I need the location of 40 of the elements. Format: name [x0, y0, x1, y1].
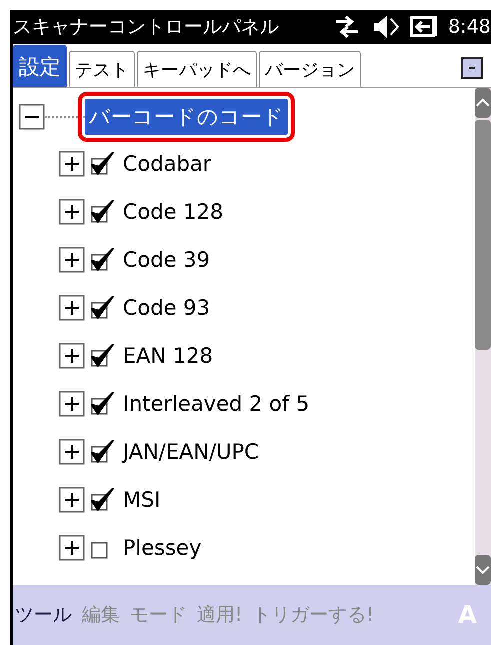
clock-time: 8:48 [448, 16, 491, 38]
checkmark-icon[interactable] [89, 391, 115, 417]
checkmark-icon[interactable] [89, 343, 115, 369]
scroll-thumb[interactable] [475, 120, 491, 350]
tree-item[interactable]: Code 93 [123, 296, 210, 320]
tab[interactable]: 設定 [13, 45, 67, 87]
expand-icon[interactable] [59, 487, 85, 513]
expand-icon[interactable] [59, 535, 85, 561]
tree-item[interactable]: Code 39 [123, 248, 210, 272]
tab[interactable]: バージョン [259, 51, 361, 87]
checkmark-icon[interactable] [89, 151, 115, 177]
expand-icon[interactable] [59, 295, 85, 321]
scrollbar[interactable] [475, 88, 491, 585]
expand-icon[interactable] [59, 151, 85, 177]
scroll-up-icon[interactable] [475, 88, 491, 118]
collapse-icon[interactable] [19, 104, 45, 130]
expand-icon[interactable] [59, 343, 85, 369]
expand-icon[interactable] [59, 247, 85, 273]
tree-item[interactable]: Plessey [123, 536, 202, 560]
menu-item[interactable]: ツール [13, 602, 80, 628]
expand-icon[interactable] [59, 439, 85, 465]
expand-icon[interactable] [59, 199, 85, 225]
tree-item[interactable]: JAN/EAN/UPC [123, 440, 260, 464]
expand-icon[interactable] [59, 391, 85, 417]
tree-item[interactable]: Codabar [123, 152, 212, 176]
checkmark-icon[interactable] [89, 199, 115, 225]
checkmark-icon[interactable] [89, 247, 115, 273]
tree-item[interactable]: Code 128 [123, 200, 224, 224]
checkmark-icon[interactable] [89, 487, 115, 513]
tab[interactable]: テスト [69, 51, 135, 87]
tree-item[interactable]: MSI [123, 488, 161, 512]
checkmark-icon[interactable] [89, 439, 115, 465]
minimize-icon[interactable] [461, 57, 483, 79]
window-title: スキャナーコントロールパネル [13, 15, 280, 40]
tree-item[interactable]: Interleaved 2 of 5 [123, 392, 310, 416]
tree-node[interactable]: バーコードのコード [85, 99, 288, 135]
tab[interactable]: キーパッドへ [137, 51, 257, 87]
tree-item[interactable]: EAN 128 [123, 344, 214, 368]
checkmark-icon[interactable] [89, 295, 115, 321]
scroll-down-icon[interactable] [475, 555, 491, 585]
